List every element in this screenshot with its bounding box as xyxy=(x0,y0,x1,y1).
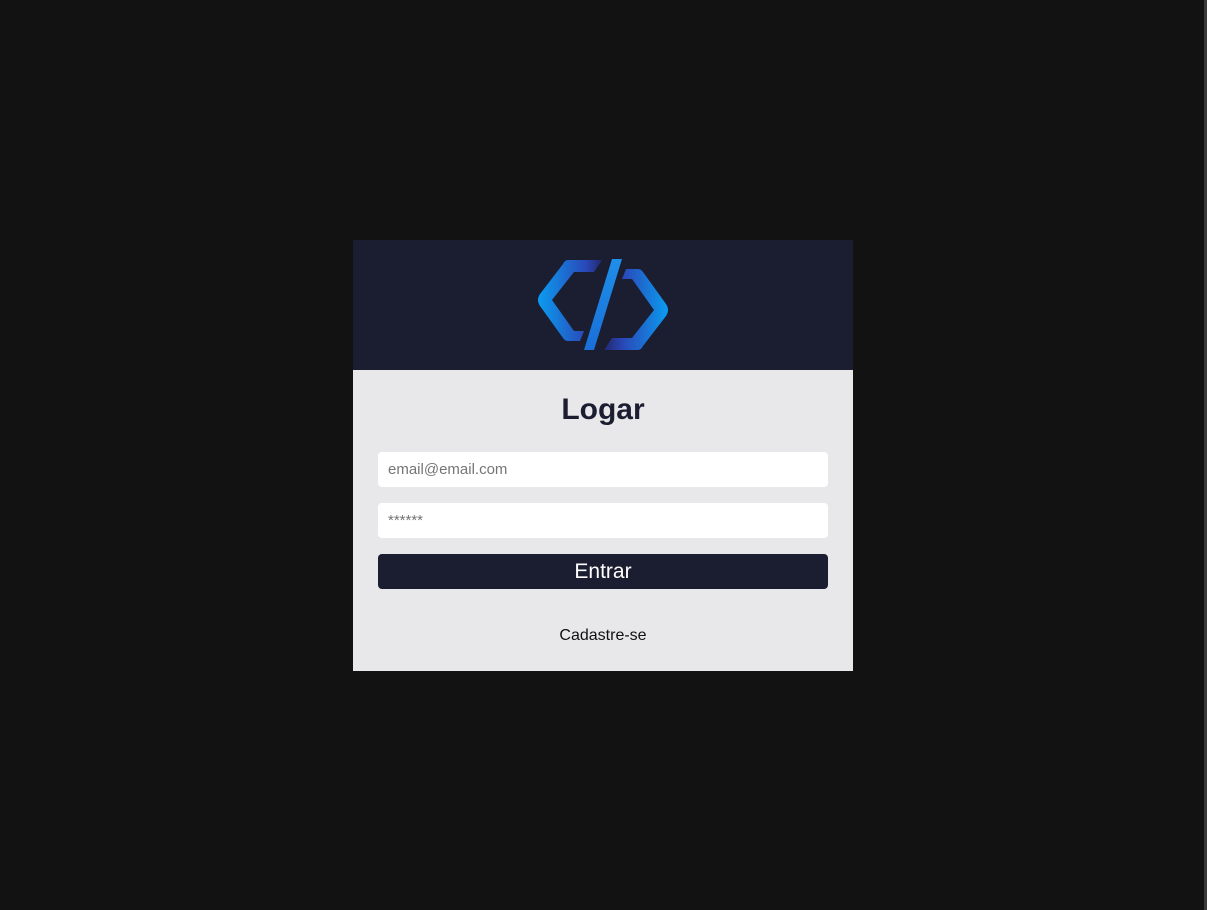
password-field[interactable] xyxy=(378,503,828,538)
code-brackets-logo-icon xyxy=(538,259,668,351)
page: Logar Entrar Cadastre-se xyxy=(0,0,1207,910)
submit-button[interactable]: Entrar xyxy=(378,554,828,589)
login-card: Logar Entrar Cadastre-se xyxy=(353,240,853,671)
signup-link[interactable]: Cadastre-se xyxy=(378,627,828,645)
card-header xyxy=(353,240,853,370)
page-title: Logar xyxy=(561,393,645,426)
email-field[interactable] xyxy=(378,452,828,487)
login-form: Logar Entrar Cadastre-se xyxy=(353,370,853,645)
